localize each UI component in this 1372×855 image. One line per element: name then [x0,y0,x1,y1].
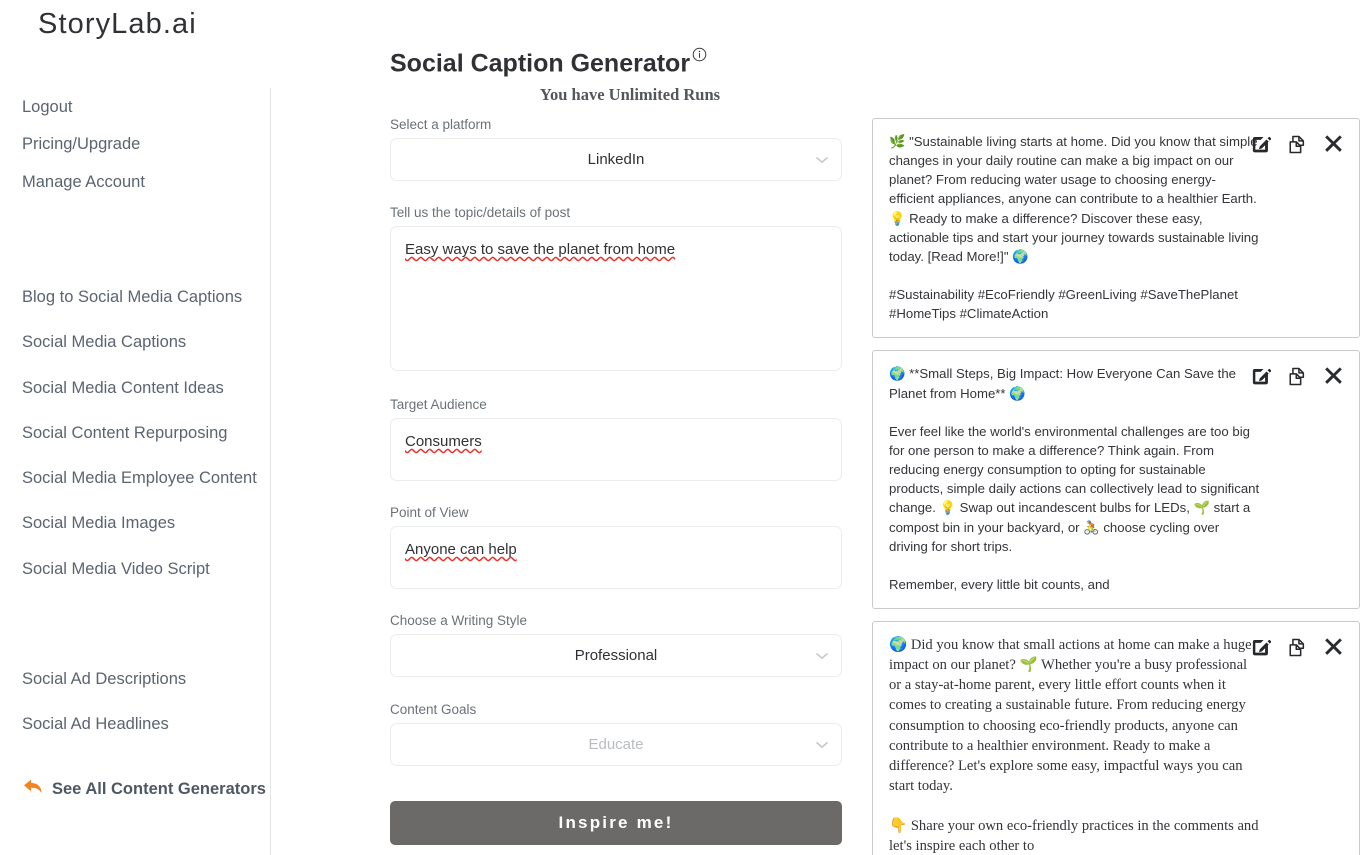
sidebar-item-social-media-captions[interactable]: Social Media Captions [22,331,272,353]
content-goals-value: Educate [588,736,644,753]
content-goals-select[interactable]: Educate [390,723,842,766]
sidebar-generators-nav: Blog to Social Media Captions Social Med… [22,286,272,603]
result-card-actions [1250,134,1343,155]
writing-style-value: Professional [574,647,658,664]
inspire-me-button[interactable]: Inspire me! [390,801,842,845]
copy-icon[interactable] [1287,637,1308,658]
topic-input[interactable]: Easy ways to save the planet from home [390,226,842,371]
copy-icon[interactable] [1287,134,1308,155]
content-goals-label: Content Goals [390,702,477,717]
writing-style-select[interactable]: Professional [390,634,842,677]
see-all-content-generators-link[interactable]: See All Content Generators [22,778,266,801]
topic-field: Tell us the topic/details of post Easy w… [390,205,842,371]
content-goals-field: Content Goals Educate [390,702,842,766]
sidebar-item-social-media-video-script[interactable]: Social Media Video Script [22,558,272,580]
back-arrow-icon [22,778,43,801]
sidebar-item-social-media-employee-content[interactable]: Social Media Employee Content [22,467,272,489]
sidebar-item-social-content-repurposing[interactable]: Social Content Repurposing [22,422,272,444]
chevron-down-icon [816,741,828,749]
sidebar-item-logout[interactable]: Logout [22,96,262,118]
sidebar-item-social-media-content-ideas[interactable]: Social Media Content Ideas [22,377,272,399]
sidebar: StoryLab.ai Logout Pricing/Upgrade Manag… [0,0,271,855]
edit-icon[interactable] [1250,366,1272,387]
chevron-down-icon [816,652,828,660]
result-card: 🌍 **Small Steps, Big Impact: How Everyon… [872,350,1360,610]
sidebar-account-nav: Logout Pricing/Upgrade Manage Account [22,96,262,208]
platform-label: Select a platform [390,117,492,132]
topic-input-value: Easy ways to save the planet from home [405,241,676,258]
platform-select-value: LinkedIn [587,151,645,168]
result-text: 🌍 **Small Steps, Big Impact: How Everyon… [889,366,1260,592]
app-root: StoryLab.ai Logout Pricing/Upgrade Manag… [0,0,1372,855]
page-title-text: Social Caption Generator [390,49,691,78]
close-icon[interactable] [1324,637,1343,656]
info-circle-icon[interactable] [692,40,707,69]
target-audience-label: Target Audience [390,397,487,412]
result-card-actions [1250,637,1343,658]
chevron-down-icon [816,156,828,164]
writing-style-field: Choose a Writing Style Professional [390,613,842,677]
target-audience-value: Consumers [405,433,482,450]
sidebar-divider [270,88,271,855]
target-audience-field: Target Audience Consumers [390,397,842,481]
point-of-view-label: Point of View [390,505,469,520]
writing-style-label: Choose a Writing Style [390,613,528,628]
topic-label: Tell us the topic/details of post [390,205,571,220]
copy-icon[interactable] [1287,366,1308,387]
close-icon[interactable] [1324,134,1343,153]
unlimited-runs-banner: You have Unlimited Runs [539,85,721,104]
sidebar-item-social-ad-descriptions[interactable]: Social Ad Descriptions [22,668,272,690]
result-text: 🌿 "Sustainable living starts at home. Di… [889,134,1259,322]
result-card: 🌿 "Sustainable living starts at home. Di… [872,118,1360,339]
sidebar-item-pricing-upgrade[interactable]: Pricing/Upgrade [22,133,262,155]
sidebar-item-social-media-images[interactable]: Social Media Images [22,512,272,534]
sidebar-item-manage-account[interactable]: Manage Account [22,171,262,193]
sidebar-item-blog-to-social-media-captions[interactable]: Blog to Social Media Captions [22,286,272,308]
see-all-label: See All Content Generators [52,780,266,798]
point-of-view-value: Anyone can help [405,541,517,558]
result-text: 🌍 Did you know that small actions at hom… [889,637,1259,855]
brand-logo[interactable]: StoryLab.ai [38,8,197,41]
page-title: Social Caption Generator [390,40,707,78]
edit-icon[interactable] [1250,637,1272,658]
platform-field: Select a platform LinkedIn [390,117,842,181]
result-card: 🌍 Did you know that small actions at hom… [872,621,1360,855]
close-icon[interactable] [1324,366,1343,385]
sidebar-ads-nav: Social Ad Descriptions Social Ad Headlin… [22,668,272,759]
results-panel: 🌿 "Sustainable living starts at home. Di… [872,118,1360,855]
point-of-view-field: Point of View Anyone can help [390,505,842,589]
result-card-actions [1250,366,1343,387]
target-audience-input[interactable]: Consumers [390,418,842,481]
point-of-view-input[interactable]: Anyone can help [390,526,842,589]
sidebar-item-social-ad-headlines[interactable]: Social Ad Headlines [22,713,272,735]
platform-select[interactable]: LinkedIn [390,138,842,181]
edit-icon[interactable] [1250,134,1272,155]
